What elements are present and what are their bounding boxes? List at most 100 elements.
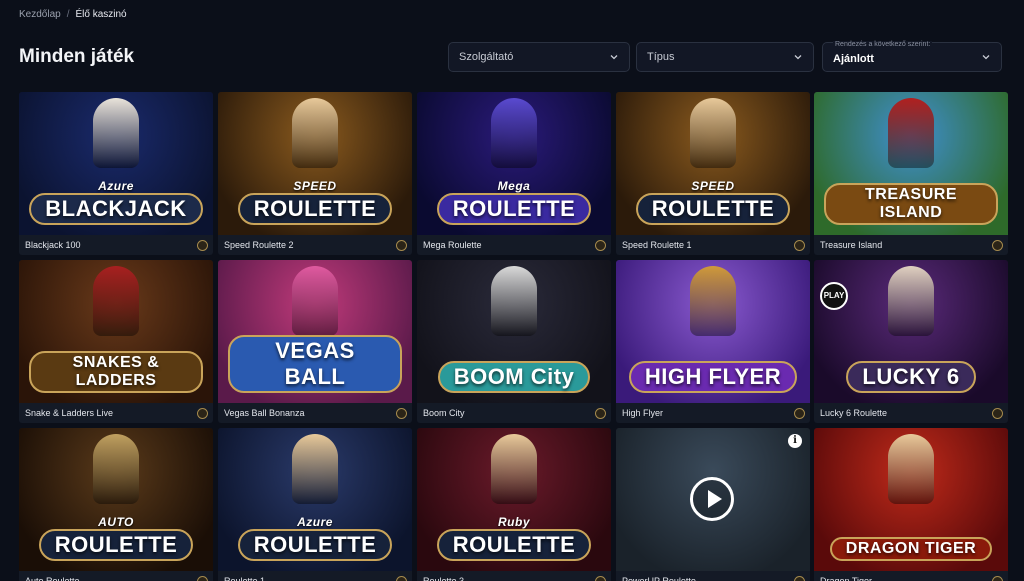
game-logo: SPEED ROULETTE — [626, 179, 800, 225]
provider-logo-icon — [595, 408, 606, 419]
game-logo: DRAGON TIGER — [824, 537, 998, 561]
game-title[interactable]: PowerUP Roulette — [622, 576, 696, 581]
game-thumbnail[interactable]: SPEED ROULETTE — [218, 92, 412, 235]
game-logo-prefix: AUTO — [98, 515, 134, 529]
game-logo: VEGAS BALL — [228, 335, 402, 393]
game-card[interactable]: Azure BLACKJACK Blackjack 100 — [19, 92, 213, 255]
game-logo-text: ROULETTE — [635, 193, 791, 225]
game-title[interactable]: Snake & Ladders Live — [25, 408, 113, 418]
game-thumbnail[interactable]: HIGH FLYER — [616, 260, 810, 403]
provider-select[interactable]: Szolgáltató — [448, 42, 630, 72]
game-logo: HIGH FLYER — [626, 361, 800, 393]
chevron-down-icon — [982, 55, 990, 60]
game-logo-text: BOOM City — [437, 361, 591, 393]
game-logo: BOOM City — [427, 361, 601, 393]
game-logo-text: LUCKY 6 — [846, 361, 976, 393]
game-thumbnail[interactable]: VEGAS BALL — [218, 260, 412, 403]
game-card[interactable]: SPEED ROULETTE Speed Roulette 1 — [616, 92, 810, 255]
dealer-image — [292, 98, 338, 168]
provider-logo-icon — [396, 576, 407, 581]
provider-logo-icon — [992, 240, 1003, 251]
game-title[interactable]: Mega Roulette — [423, 240, 482, 250]
game-title[interactable]: Auto Roulette — [25, 576, 80, 581]
game-title[interactable]: High Flyer — [622, 408, 663, 418]
game-caption: Treasure Island — [814, 235, 1008, 255]
game-card[interactable]: VEGAS BALL Vegas Ball Bonanza — [218, 260, 412, 423]
game-title[interactable]: Blackjack 100 — [25, 240, 81, 250]
game-logo-prefix: Ruby — [498, 515, 530, 529]
game-card[interactable]: SPEED ROULETTE Speed Roulette 2 — [218, 92, 412, 255]
game-caption: Dragon Tiger — [814, 571, 1008, 581]
game-caption: Speed Roulette 1 — [616, 235, 810, 255]
game-thumbnail[interactable]: SPEED ROULETTE — [616, 92, 810, 235]
game-card[interactable]: AUTO ROULETTE Auto Roulette — [19, 428, 213, 581]
game-caption: Roulette 3 — [417, 571, 611, 581]
game-card[interactable]: Ruby ROULETTE Roulette 3 — [417, 428, 611, 581]
dealer-image — [292, 266, 338, 336]
dealer-image — [888, 98, 934, 168]
game-card[interactable]: DRAGON TIGER Dragon Tiger — [814, 428, 1008, 581]
game-thumbnail[interactable]: TREASURE ISLAND — [814, 92, 1008, 235]
game-thumbnail[interactable]: SNAKES & LADDERS — [19, 260, 213, 403]
game-card[interactable]: BOOM City Boom City — [417, 260, 611, 423]
game-thumbnail[interactable]: Ruby ROULETTE — [417, 428, 611, 571]
game-title[interactable]: Treasure Island — [820, 240, 882, 250]
game-title[interactable]: Dragon Tiger — [820, 576, 872, 581]
game-logo: Azure BLACKJACK — [29, 179, 203, 225]
sort-select-value: Ajánlott — [833, 53, 874, 65]
game-title[interactable]: Boom City — [423, 408, 465, 418]
sort-select[interactable]: Rendezés a következő szerint: Ajánlott — [822, 41, 1002, 72]
info-icon[interactable]: i — [788, 434, 802, 448]
game-logo-prefix: Mega — [497, 179, 531, 193]
game-caption: Roulette 1 — [218, 571, 412, 581]
game-logo: Azure ROULETTE — [228, 515, 402, 561]
game-thumbnail[interactable]: Azure BLACKJACK — [19, 92, 213, 235]
game-logo-text: TREASURE ISLAND — [824, 183, 998, 225]
game-thumbnail[interactable]: Azure ROULETTE — [218, 428, 412, 571]
breadcrumb-separator: / — [66, 9, 70, 20]
game-thumbnail[interactable]: AUTO ROULETTE — [19, 428, 213, 571]
game-thumbnail[interactable]: i — [616, 428, 810, 571]
game-thumbnail[interactable]: BOOM City — [417, 260, 611, 403]
game-card[interactable]: HIGH FLYER High Flyer — [616, 260, 810, 423]
sort-select-label: Rendezés a következő szerint: — [833, 41, 933, 48]
page-title: Minden játék — [19, 46, 135, 67]
game-card[interactable]: i PowerUP Roulette — [616, 428, 810, 581]
game-card[interactable]: SNAKES & LADDERS Snake & Ladders Live — [19, 260, 213, 423]
game-card[interactable]: Azure ROULETTE Roulette 1 — [218, 428, 412, 581]
type-select[interactable]: Típus — [636, 42, 814, 72]
game-card[interactable]: Mega ROULETTE Mega Roulette — [417, 92, 611, 255]
game-title[interactable]: Vegas Ball Bonanza — [224, 408, 305, 418]
dealer-image — [888, 434, 934, 504]
provider-logo-icon — [396, 240, 407, 251]
game-card[interactable]: LUCKY 6 PLAY Lucky 6 Roulette — [814, 260, 1008, 423]
breadcrumb-home[interactable]: Kezdőlap — [19, 9, 61, 20]
dealer-image — [491, 266, 537, 336]
provider-logo-icon — [794, 240, 805, 251]
game-caption: Mega Roulette — [417, 235, 611, 255]
game-logo: SNAKES & LADDERS — [29, 351, 203, 393]
game-logo-text: VEGAS BALL — [228, 335, 402, 393]
game-logo-text: ROULETTE — [237, 193, 393, 225]
game-title[interactable]: Speed Roulette 2 — [224, 240, 294, 250]
game-title[interactable]: Roulette 1 — [224, 576, 265, 581]
dealer-image — [690, 98, 736, 168]
game-caption: Lucky 6 Roulette — [814, 403, 1008, 423]
game-logo-prefix: Azure — [297, 515, 333, 529]
game-caption: PowerUP Roulette — [616, 571, 810, 581]
game-logo-text: ROULETTE — [237, 529, 393, 561]
game-title[interactable]: Lucky 6 Roulette — [820, 408, 887, 418]
chevron-down-icon — [794, 55, 802, 60]
game-logo: LUCKY 6 — [824, 361, 998, 393]
game-thumbnail[interactable]: Mega ROULETTE — [417, 92, 611, 235]
provider-logo-icon — [396, 408, 407, 419]
game-title[interactable]: Speed Roulette 1 — [622, 240, 692, 250]
game-caption: Blackjack 100 — [19, 235, 213, 255]
game-caption: Snake & Ladders Live — [19, 403, 213, 423]
game-title[interactable]: Roulette 3 — [423, 576, 464, 581]
game-thumbnail[interactable]: LUCKY 6 PLAY — [814, 260, 1008, 403]
game-logo-text: HIGH FLYER — [628, 361, 798, 393]
play-icon[interactable] — [690, 477, 734, 521]
game-thumbnail[interactable]: DRAGON TIGER — [814, 428, 1008, 571]
game-card[interactable]: TREASURE ISLAND Treasure Island — [814, 92, 1008, 255]
